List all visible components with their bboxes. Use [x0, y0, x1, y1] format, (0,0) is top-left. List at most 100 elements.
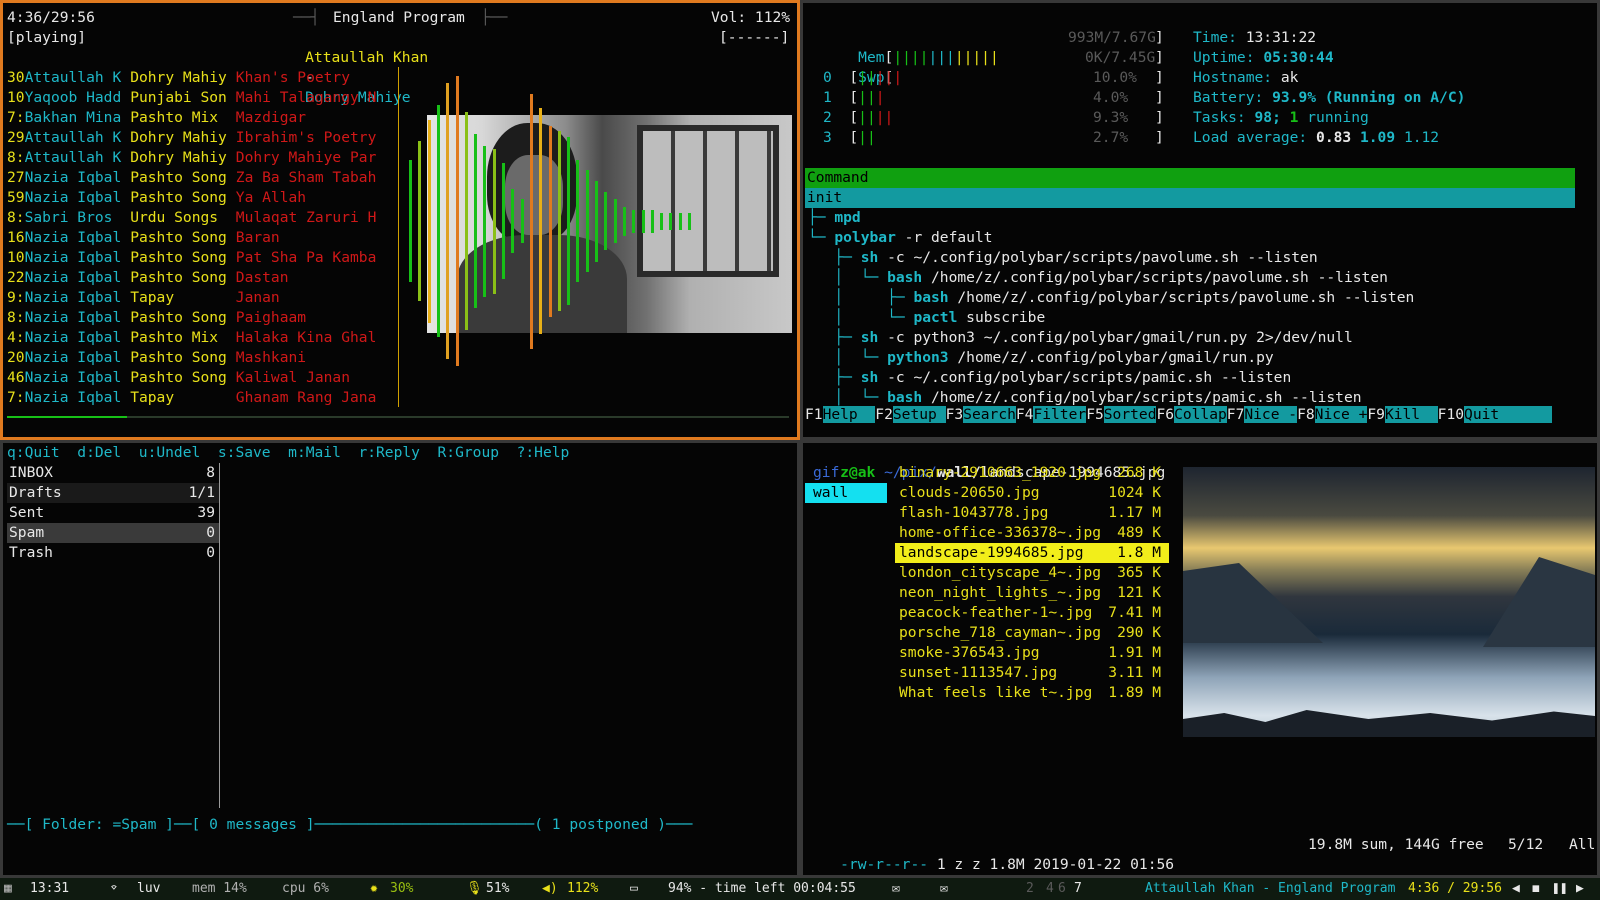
playlist-row[interactable]: 7:Bakhan Mina Pashto Mix Mazdigar: [7, 108, 377, 128]
file-size: 3.11 M: [1108, 664, 1161, 681]
process-args: -c python3 ~/.config/polybar/gmail/run.p…: [878, 329, 1353, 346]
mailbox-trash[interactable]: Trash 0: [7, 543, 219, 563]
next-track-icon[interactable]: ▶: [1576, 878, 1584, 900]
prev-track-icon[interactable]: ◀: [1512, 878, 1520, 900]
process-row[interactable]: │ └─ bash /home/z/.config/polybar/script…: [808, 268, 1388, 288]
parent-dir-wall[interactable]: wall: [805, 483, 887, 503]
file-entry[interactable]: flash-1043778.jpg 1.17 M: [895, 503, 1169, 523]
htop-pane[interactable]: Mem[|||||||||||| 993M/7.67G] Swp[ 0K/7.4…: [800, 0, 1600, 440]
playlist-row[interactable]: 8:Attaullah K Dohry Mahiy Dohry Mahiye Par: [7, 148, 377, 168]
file-entry[interactable]: binary-2910663_1920.jpg 268 K: [895, 463, 1169, 483]
mailbox-sent[interactable]: Sent 39: [7, 503, 219, 523]
fkey-f5[interactable]: F5Sorted: [1086, 405, 1157, 425]
mutt-pane[interactable]: q:Quit d:Del u:Undel s:Save m:Mail r:Rep…: [0, 440, 800, 878]
playlist-num: 8:: [7, 209, 25, 226]
fkey-f6[interactable]: F6Collap: [1156, 405, 1227, 425]
file-entry[interactable]: clouds-20650.jpg 1024 K: [895, 483, 1169, 503]
process-command: sh: [860, 249, 879, 266]
fkey-f10[interactable]: F10Quit: [1438, 405, 1552, 425]
playlist-row[interactable]: 16Nazia Iqbal Pashto Song Baran: [7, 228, 377, 248]
fkey-f8[interactable]: F8Nice +: [1297, 405, 1368, 425]
calendar-icon[interactable]: ▦: [4, 878, 12, 900]
playlist-num: 27: [7, 169, 25, 186]
time-row: Time: 13:31:22: [1193, 29, 1317, 46]
file-entry[interactable]: sunset-1113547.jpg 3.11 M: [895, 663, 1169, 683]
fkey-f2[interactable]: F2Setup: [875, 405, 946, 425]
file-entry[interactable]: What feels like t~.jpg 1.89 M: [895, 683, 1169, 703]
playlist-title: Mazdigar: [235, 109, 307, 126]
playlist-num: 46: [7, 369, 25, 386]
playlist-num: 8:: [7, 149, 25, 166]
file-entry[interactable]: porsche_718_cayman~.jpg 290 K: [895, 623, 1169, 643]
playlist-row[interactable]: 7:Nazia Iqbal Tapay Ghanam Rang Jana: [7, 388, 377, 408]
playlist-row[interactable]: 30Attaullah K Dohry Mahiy Khan's Poetry: [7, 68, 377, 88]
parent-dir-gif[interactable]: gif: [813, 463, 839, 483]
mailbox-spam[interactable]: Spam 0: [7, 523, 219, 543]
file-entry[interactable]: smoke-376543.jpg 1.91 M: [895, 643, 1169, 663]
mailbox-inbox[interactable]: INBOX 8: [7, 463, 219, 483]
process-header[interactable]: Command: [805, 168, 1575, 188]
playlist-row[interactable]: 9:Nazia Iqbal Tapay Janan: [7, 288, 377, 308]
pause-icon[interactable]: ❚❚: [1552, 878, 1568, 900]
file-size: 1.17 M: [1108, 504, 1161, 521]
playlist-row[interactable]: 59Nazia Iqbal Pashto Song Ya Allah: [7, 188, 377, 208]
workspace-4[interactable]: 4: [1046, 878, 1054, 900]
process-row[interactable]: ├─ sh -c ~/.config/polybar/scripts/pamic…: [808, 368, 1291, 388]
process-command: sh: [860, 329, 879, 346]
playlist-album: Pashto Song: [130, 169, 227, 186]
volume-icon[interactable]: ◀): [542, 878, 558, 900]
playlist-artist: Nazia Iqbal: [24, 229, 122, 246]
file-entry[interactable]: neon_night_lights_~.jpg 121 K: [895, 583, 1169, 603]
visualizer-bar: [604, 192, 608, 250]
playlist-album: Pashto Mix: [130, 329, 219, 346]
process-row[interactable]: │ └─ pactl subscribe: [808, 308, 1045, 328]
brightness-icon[interactable]: ✹: [370, 878, 378, 900]
mail-icon-2[interactable]: ✉: [940, 878, 948, 900]
playlist-row[interactable]: 20Nazia Iqbal Pashto Song Mashkani: [7, 348, 377, 368]
cpu-meter: 0 [|||||: [823, 69, 903, 86]
wifi-icon[interactable]: ⌔: [110, 878, 118, 900]
process-row[interactable]: ├─ sh -c ~/.config/polybar/scripts/pavol…: [808, 248, 1317, 268]
file-entry[interactable]: london_cityscape_4~.jpg 365 K: [895, 563, 1169, 583]
battery-icon[interactable]: ▭: [630, 878, 638, 900]
file-entry[interactable]: peacock-feather-1~.jpg 7.41 M: [895, 603, 1169, 623]
process-row[interactable]: ├─ mpd: [808, 208, 861, 228]
mailbox-drafts[interactable]: Drafts 1/1: [7, 483, 219, 503]
file-entry[interactable]: landscape-1994685.jpg 1.8 M: [895, 543, 1169, 563]
playlist-row[interactable]: 10Nazia Iqbal Pashto Song Pat Sha Pa Kamba: [7, 248, 377, 268]
playlist-title: Janan: [235, 289, 280, 306]
playlist-row[interactable]: 27Nazia Iqbal Pashto Song Za Ba Sham Tabah: [7, 168, 377, 188]
workspace-7[interactable]: 7: [1074, 878, 1082, 900]
process-row[interactable]: ├─ sh -c python3 ~/.config/polybar/gmail…: [808, 328, 1353, 348]
mail-icon[interactable]: ✉: [892, 878, 900, 900]
playlist-title: Ibrahim's Poetry: [235, 129, 377, 146]
process-row[interactable]: │ └─ python3 /home/z/.config/polybar/gma…: [808, 348, 1273, 368]
ranger-pane[interactable]: z@ak ~/pix/wall/landscape-1994685.jpg gi…: [800, 440, 1600, 878]
fkey-f4[interactable]: F4Filter: [1016, 405, 1087, 425]
playlist-row[interactable]: 8:Sabri Bros Urdu Songs Mulaqat Zaruri H: [7, 208, 377, 228]
visualizer-bar: [641, 209, 645, 233]
playlist-row[interactable]: 46Nazia Iqbal Pashto Song Kaliwal Janan: [7, 368, 377, 388]
playlist-row[interactable]: 8:Nazia Iqbal Pashto Song Paighaam: [7, 308, 377, 328]
fkey-f3[interactable]: F3Search: [946, 405, 1016, 425]
visualizer-bar: [455, 76, 459, 366]
bar-clock: 13:31: [30, 881, 70, 896]
mic-icon[interactable]: 🎙︎: [466, 878, 483, 900]
workspace-6[interactable]: 6: [1058, 878, 1066, 900]
process-row[interactable]: │ ├─ bash /home/z/.config/polybar/script…: [808, 288, 1414, 308]
playlist-row[interactable]: 22Nazia Iqbal Pashto Song Dastan: [7, 268, 377, 288]
playlist-row[interactable]: 29Attaullah K Dohry Mahiy Ibrahim's Poetry: [7, 128, 377, 148]
selected-process[interactable]: init: [805, 188, 1575, 208]
playlist-row[interactable]: 4:Nazia Iqbal Pashto Mix Halaka Kina Ghal: [7, 328, 377, 348]
music-player-pane[interactable]: 4:36/29:56 [playing] ──┤ England Program…: [0, 0, 800, 440]
file-entry[interactable]: home-office-336378~.jpg 489 K: [895, 523, 1169, 543]
playlist-row[interactable]: 10Yaqoob Hadd Punjabi Son Mahi Talagangy N: [7, 88, 377, 108]
stop-icon[interactable]: ◼: [1532, 878, 1540, 900]
ranger-status: -rw-r--r-- 1 z z 1.8M 2019-01-22 01:56: [840, 856, 1175, 873]
player-time: 4:36/29:56: [7, 9, 95, 26]
fkey-f7[interactable]: F7Nice -: [1227, 405, 1298, 425]
workspace-2[interactable]: 2: [1026, 878, 1034, 900]
process-row[interactable]: └─ polybar -r default: [808, 228, 993, 248]
fkey-f1[interactable]: F1Help: [805, 405, 876, 425]
fkey-f9[interactable]: F9Kill: [1367, 405, 1438, 425]
